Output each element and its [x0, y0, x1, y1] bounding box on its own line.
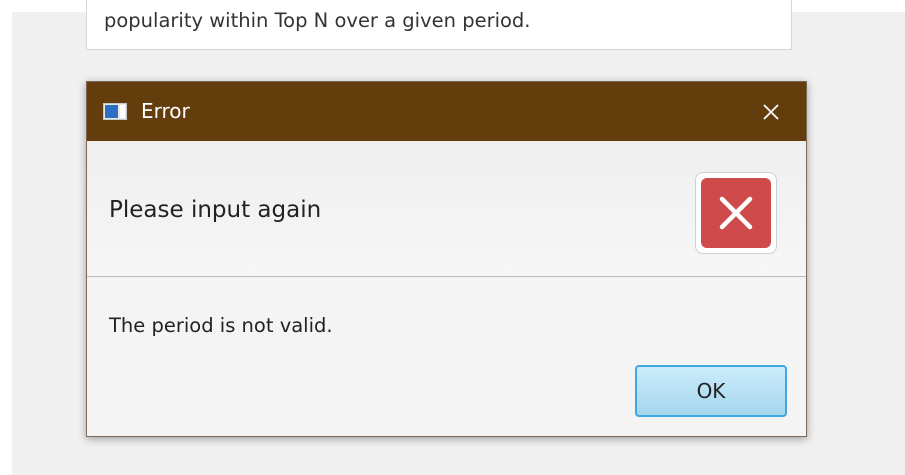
- dialog-titlebar[interactable]: Error: [87, 82, 806, 141]
- app-window-icon: [103, 103, 127, 120]
- error-dialog: Error Please input again The period is n…: [86, 81, 807, 437]
- dialog-title: Error: [141, 99, 190, 123]
- close-icon[interactable]: [758, 99, 784, 125]
- dialog-header-text: Please input again: [109, 197, 322, 223]
- background-description-text: popularity within Top N over a given per…: [104, 9, 531, 32]
- ok-button[interactable]: OK: [635, 365, 787, 417]
- error-graphic: [695, 172, 777, 254]
- dialog-header-panel: Please input again: [87, 141, 806, 277]
- error-x-icon: [701, 178, 771, 248]
- dialog-content-text: The period is not valid.: [109, 314, 333, 337]
